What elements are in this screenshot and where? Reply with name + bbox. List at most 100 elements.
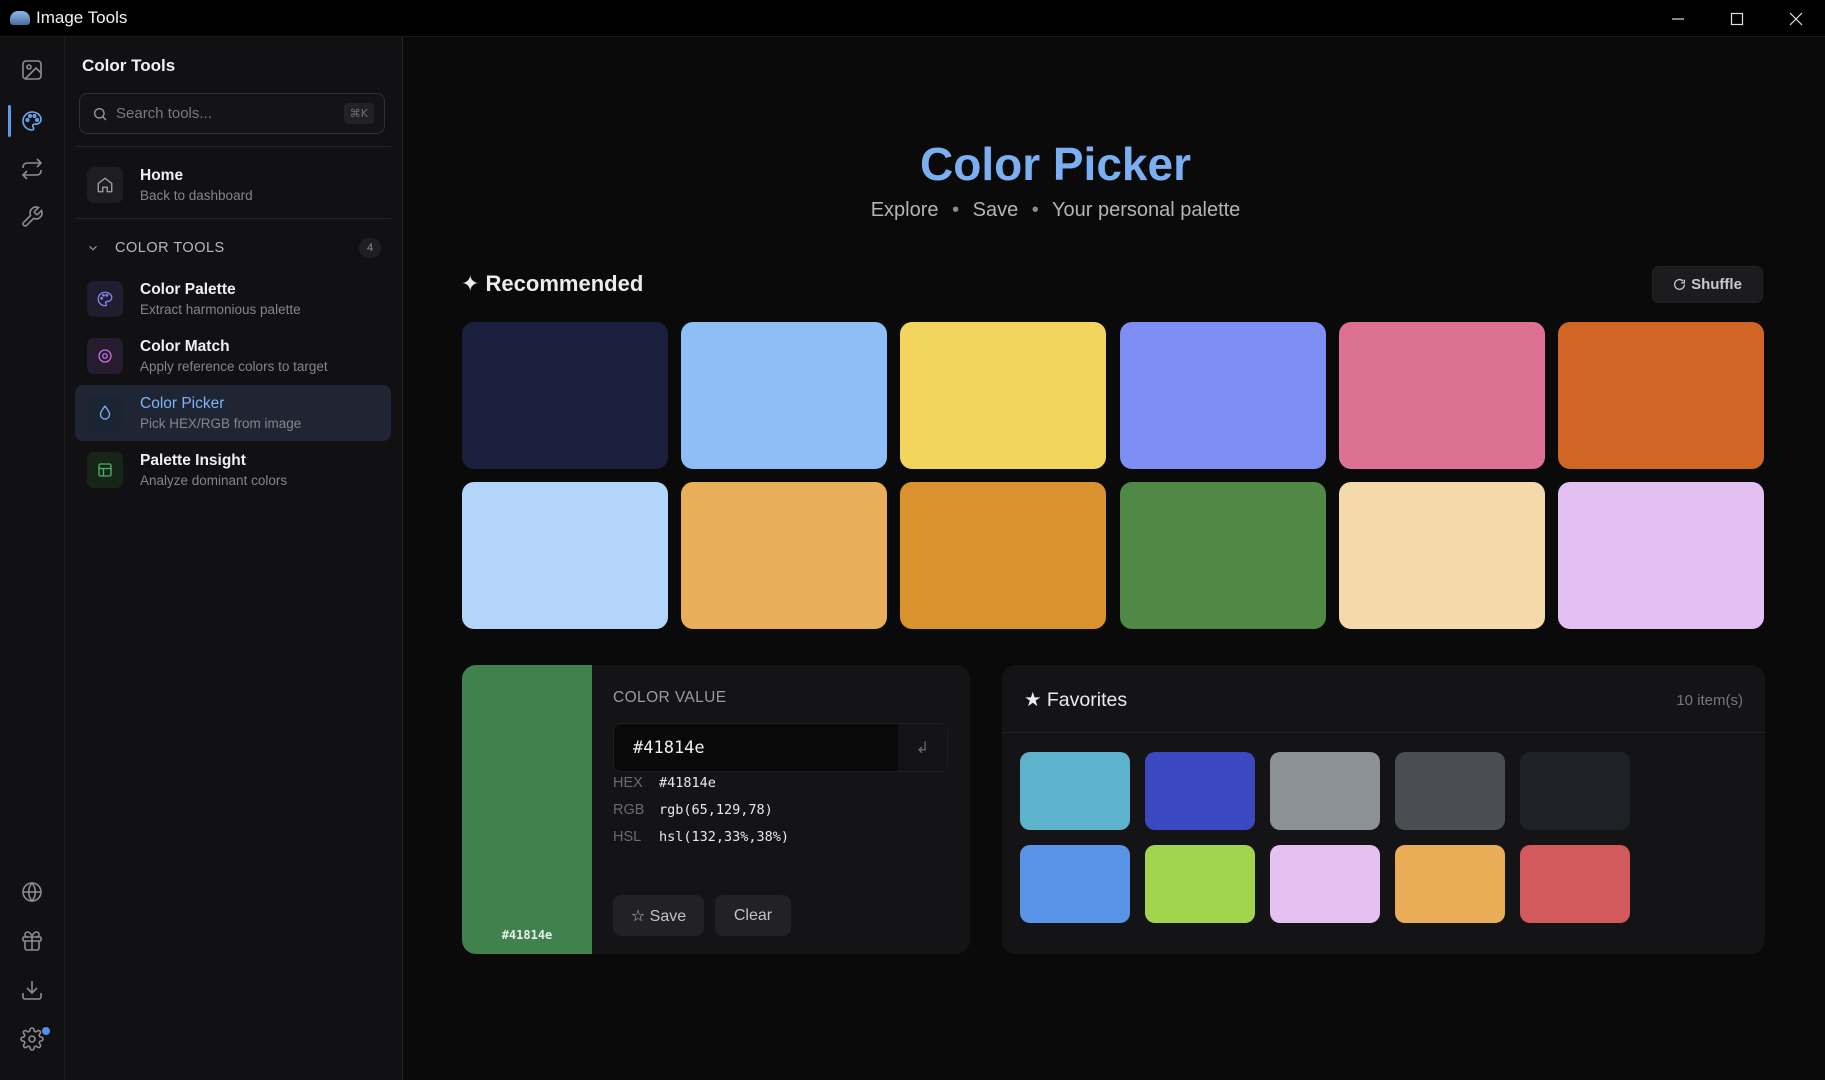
palette-icon[interactable] — [19, 108, 45, 134]
recommended-swatch[interactable] — [462, 322, 668, 469]
recommended-swatch[interactable] — [900, 482, 1107, 629]
maximize-icon — [1730, 12, 1743, 25]
title-bar: Image Tools — [0, 0, 1825, 37]
recommended-swatch[interactable] — [1557, 322, 1764, 469]
hex-value: #41814e — [659, 775, 716, 791]
sidebar-item-color-match[interactable]: Color Match Apply reference colors to ta… — [75, 328, 391, 384]
favorites-title: ★ Favorites — [1024, 689, 1128, 711]
color-input-wrap: ↲ — [613, 723, 948, 772]
save-button[interactable]: ☆ Save — [613, 895, 704, 936]
hex-row: HEX #41814e — [613, 774, 716, 791]
icon-rail — [0, 37, 65, 1080]
droplet-icon — [87, 395, 123, 431]
favorites-swatch-grid — [1020, 752, 1630, 923]
sidebar-item-sub: Extract harmonious palette — [140, 302, 301, 317]
hsl-label: HSL — [613, 829, 642, 845]
sidebar-item-label: Palette Insight — [140, 452, 246, 469]
search-input[interactable] — [116, 105, 326, 122]
subtitle-separator: • — [1031, 199, 1039, 221]
recommended-swatch[interactable] — [462, 482, 668, 629]
close-button[interactable] — [1766, 0, 1825, 37]
color-value-panel: #41814e COLOR VALUE ↲ HEX #41814e RGB rgb(… — [462, 665, 970, 954]
favorite-swatch[interactable] — [1395, 752, 1505, 830]
color-preview-label: #41814e — [501, 928, 553, 942]
rgb-value: rgb(65,129,78) — [659, 802, 773, 818]
favorite-swatch[interactable] — [1270, 752, 1380, 830]
notification-dot — [42, 1027, 50, 1035]
sidebar-item-home[interactable]: Home Back to dashboard — [75, 157, 391, 213]
recommended-title: ✦ Recommended — [461, 271, 644, 296]
recommended-swatch[interactable] — [681, 322, 888, 469]
rgb-row: RGB rgb(65,129,78) — [613, 801, 773, 818]
palette-icon — [87, 281, 123, 317]
maximize-button[interactable] — [1707, 0, 1766, 37]
favorite-swatch[interactable] — [1520, 752, 1630, 830]
sidebar-item-palette-insight[interactable]: Palette Insight Analyze dominant colors — [75, 442, 391, 498]
gift-icon[interactable] — [19, 928, 45, 954]
clear-button[interactable]: Clear — [715, 895, 791, 936]
sidebar-item-label: Color Picker — [140, 395, 225, 412]
rail-active-indicator — [8, 105, 11, 137]
recommended-swatch[interactable] — [1338, 322, 1545, 469]
sidebar-title: Color Tools — [82, 56, 176, 75]
sidebar-item-sub: Analyze dominant colors — [140, 473, 288, 488]
globe-icon[interactable] — [19, 879, 45, 905]
favorite-swatch[interactable] — [1270, 845, 1380, 923]
shuffle-button[interactable]: Shuffle — [1652, 266, 1763, 303]
subtitle-separator: • — [952, 199, 960, 221]
download-icon[interactable] — [19, 977, 45, 1003]
sidebar-item-color-picker[interactable]: Color Picker Pick HEX/RGB from image — [75, 385, 391, 441]
window-title: Image Tools — [36, 8, 128, 27]
subtitle-part: Your personal palette — [1052, 199, 1241, 221]
divider — [75, 218, 391, 219]
recommended-swatch[interactable] — [1557, 482, 1764, 629]
search-icon — [94, 107, 107, 120]
window-controls — [1648, 0, 1825, 37]
home-icon — [87, 167, 123, 203]
sidebar-item-sub: Back to dashboard — [140, 188, 253, 203]
sidebar: Color Tools ⌘K Home Back to dashboard CO… — [65, 37, 403, 1080]
search-box[interactable]: ⌘K — [79, 93, 385, 134]
sidebar-item-sub: Apply reference colors to target — [140, 359, 328, 374]
sidebar-item-label: Color Palette — [140, 281, 236, 298]
refresh-icon — [1674, 278, 1686, 290]
favorite-swatch[interactable] — [1520, 845, 1630, 923]
recommended-swatch[interactable] — [900, 322, 1107, 469]
recommended-swatch[interactable] — [681, 482, 888, 629]
recommended-swatch[interactable] — [1119, 322, 1326, 469]
chevron-down-icon — [89, 245, 97, 251]
favorite-swatch[interactable] — [1145, 752, 1255, 830]
favorite-swatch[interactable] — [1020, 845, 1130, 923]
image-icon[interactable] — [19, 57, 45, 83]
enter-icon[interactable]: ↲ — [898, 724, 947, 771]
page-title: Color Picker — [920, 138, 1191, 190]
section-count-badge: 4 — [359, 238, 381, 258]
sidebar-item-sub: Pick HEX/RGB from image — [140, 416, 302, 431]
favorite-swatch[interactable] — [1395, 845, 1505, 923]
subtitle-part: Explore — [870, 199, 939, 221]
sidebar-item-color-palette[interactable]: Color Palette Extract harmonious palette — [75, 271, 391, 327]
divider — [1002, 732, 1765, 733]
main-content: Color Picker Explore • Save • Your perso… — [404, 37, 1825, 1080]
grid-icon — [87, 452, 123, 488]
hsl-value: hsl(132,33%,38%) — [659, 829, 790, 845]
subtitle-part: Save — [972, 199, 1019, 221]
section-color-tools[interactable]: COLOR TOOLS 4 — [75, 233, 391, 263]
close-icon — [1789, 12, 1802, 25]
minimize-button[interactable] — [1648, 0, 1707, 37]
rgb-label: RGB — [613, 802, 645, 818]
recommended-swatch[interactable] — [1338, 482, 1545, 629]
color-hex-input[interactable] — [614, 724, 898, 771]
minimize-icon — [1671, 17, 1684, 20]
favorite-swatch[interactable] — [1145, 845, 1255, 923]
favorites-count: 10 item(s) — [1676, 692, 1743, 709]
sidebar-item-label: Home — [140, 167, 184, 184]
app-logo-icon — [10, 11, 30, 25]
target-icon — [87, 338, 123, 374]
recommended-swatch[interactable] — [1119, 482, 1326, 629]
favorite-swatch[interactable] — [1020, 752, 1130, 830]
color-value-heading: COLOR VALUE — [613, 689, 727, 706]
convert-icon[interactable] — [19, 156, 45, 182]
color-preview: #41814e — [462, 665, 592, 954]
tools-icon[interactable] — [19, 204, 45, 230]
